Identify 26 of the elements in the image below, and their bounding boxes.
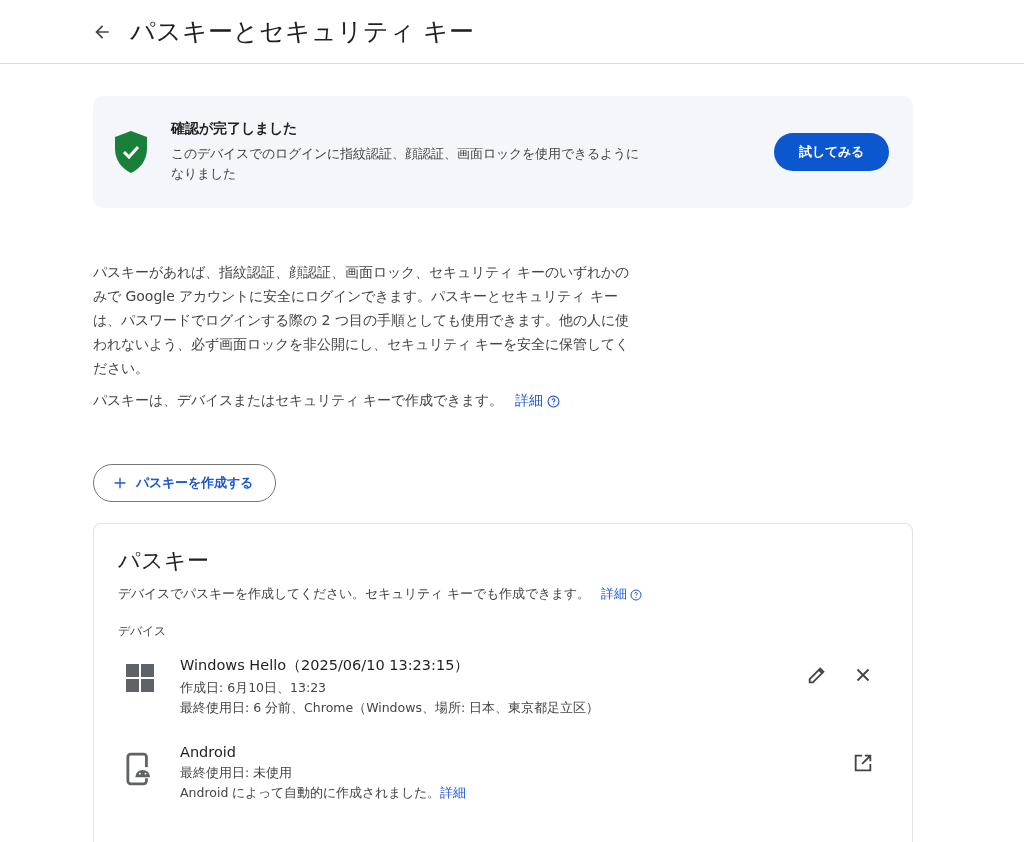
card-title: パスキー xyxy=(118,547,210,575)
banner-title: 確認が完了しました xyxy=(171,120,298,138)
details-link[interactable]: 詳細 xyxy=(515,392,544,410)
page-title: パスキーとセキュリティ キー xyxy=(130,16,474,48)
create-passkey-button[interactable]: パスキーを作成する xyxy=(93,464,276,502)
details-link[interactable]: 詳細 xyxy=(440,785,467,800)
open-external-icon[interactable] xyxy=(852,752,874,774)
card-description: デバイスでパスキーを作成してください。セキュリティ キーでも作成できます。 xyxy=(118,586,590,603)
intro-note: パスキーは、デバイスまたはセキュリティ キーで作成できます。 xyxy=(93,392,504,410)
device-detail: 作成日: 6月10日、13:23 xyxy=(180,680,327,695)
details-link[interactable]: 詳細 xyxy=(601,586,627,603)
windows-logo-icon xyxy=(126,664,154,692)
device-name: Android xyxy=(180,744,238,760)
banner-text: このデバイスでのログインに指紋認証、顔認証、画面ロックを使用できるようになりました xyxy=(171,145,640,183)
help-icon[interactable] xyxy=(547,394,561,408)
device-detail: 最終使用日: 6 分前、Chrome（Windows、場所: 日本、東京都足立区） xyxy=(180,700,600,715)
plus-icon xyxy=(112,475,128,491)
section-label: デバイス xyxy=(118,623,167,640)
try-button[interactable]: 試してみる xyxy=(774,133,889,171)
phone-android-icon xyxy=(126,752,152,786)
device-detail: 最終使用日: 未使用 xyxy=(180,765,293,780)
intro-paragraph: パスキーがあれば、指紋認証、顔認証、画面ロック、セキュリティ キーのいずれかのみで Google アカウントに安全にログインできます。パスキーとセキュリティ キーは、パスワードでログインする際の 2 つ目の手順としても使用できます。他の人に使われないよう、必ず画面ロックを非公開にし、セキュリティ キーを安全に保管してください。 xyxy=(93,263,631,378)
device-detail: Android によって自動的に作成されました。 xyxy=(180,785,441,800)
device-name: Windows Hello（2025/06/10 13:23:15） xyxy=(180,656,471,675)
help-icon[interactable] xyxy=(630,588,642,601)
shield-check-icon xyxy=(113,130,149,174)
